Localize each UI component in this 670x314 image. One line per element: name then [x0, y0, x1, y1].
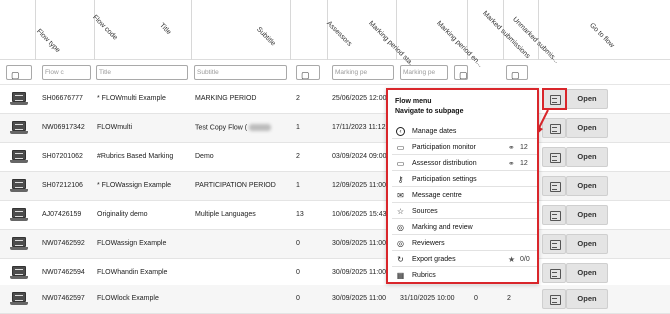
menu-item-manage-dates[interactable]: ‹ Manage dates — [392, 124, 537, 139]
flow-menu: Flow menu Navigate to subpage ‹ Manage d… — [386, 88, 539, 284]
menu-item-export-grades[interactable]: ↻ Export grades ★ 0/0 — [392, 252, 537, 267]
menu-item-rubrics[interactable]: ▦ Rubrics — [392, 268, 537, 283]
menu-item-participation-monitor[interactable]: ▭ Participation monitor ⚭ 12 — [392, 140, 537, 155]
grid-icon: ▦ — [396, 271, 405, 280]
flow-menu-title: Flow menu — [395, 98, 432, 105]
key-icon: ⚷ — [397, 175, 404, 184]
assessors-count: 12 — [520, 160, 528, 167]
menu-item-reviewers[interactable]: ◎ Reviewers — [392, 236, 537, 251]
menu-item-label: Marking and review — [412, 224, 473, 231]
menu-item-sources[interactable]: ☆ Sources — [392, 204, 537, 219]
clock-icon: ‹ — [396, 127, 405, 136]
participants-count: 12 — [520, 144, 528, 151]
assessors-icon: ⚭ — [508, 159, 515, 168]
export-grades-count: 0/0 — [520, 256, 530, 263]
menu-item-participation-settings[interactable]: ⚷ Participation settings — [392, 172, 537, 187]
star-icon: ☆ — [396, 207, 405, 216]
participants-icon: ⚭ — [508, 143, 515, 152]
envelope-icon: ✉ — [397, 191, 404, 200]
star-filled-icon: ★ — [508, 255, 516, 264]
export-icon: ↻ — [397, 255, 404, 264]
flow-menu-subtitle: Navigate to subpage — [395, 108, 464, 115]
menu-item-label: Participation monitor — [412, 144, 476, 151]
menu-item-label: Sources — [412, 208, 438, 215]
menu-item-label: Reviewers — [412, 240, 445, 247]
menu-item-marking-and-review[interactable]: ◎ Marking and review — [392, 220, 537, 235]
menu-item-label: Export grades — [412, 256, 456, 263]
menu-item-message-centre[interactable]: ✉ Message centre — [392, 188, 537, 203]
menu-item-label: Participation settings — [412, 176, 477, 183]
chat-icon: ▭ — [396, 159, 405, 168]
menu-item-label: Message centre — [412, 192, 462, 199]
monitor-icon: ▭ — [396, 143, 405, 152]
marking-icon: ◎ — [397, 223, 404, 232]
annotation-arrow — [535, 109, 549, 136]
menu-item-assessor-distribution[interactable]: ▭ Assessor distribution ⚭ 12 — [392, 156, 537, 171]
reviewers-icon: ◎ — [397, 239, 404, 248]
menu-item-label: Assessor distribution — [412, 160, 477, 167]
menu-item-label: Manage dates — [412, 128, 457, 135]
menu-item-label: Rubrics — [412, 272, 436, 279]
